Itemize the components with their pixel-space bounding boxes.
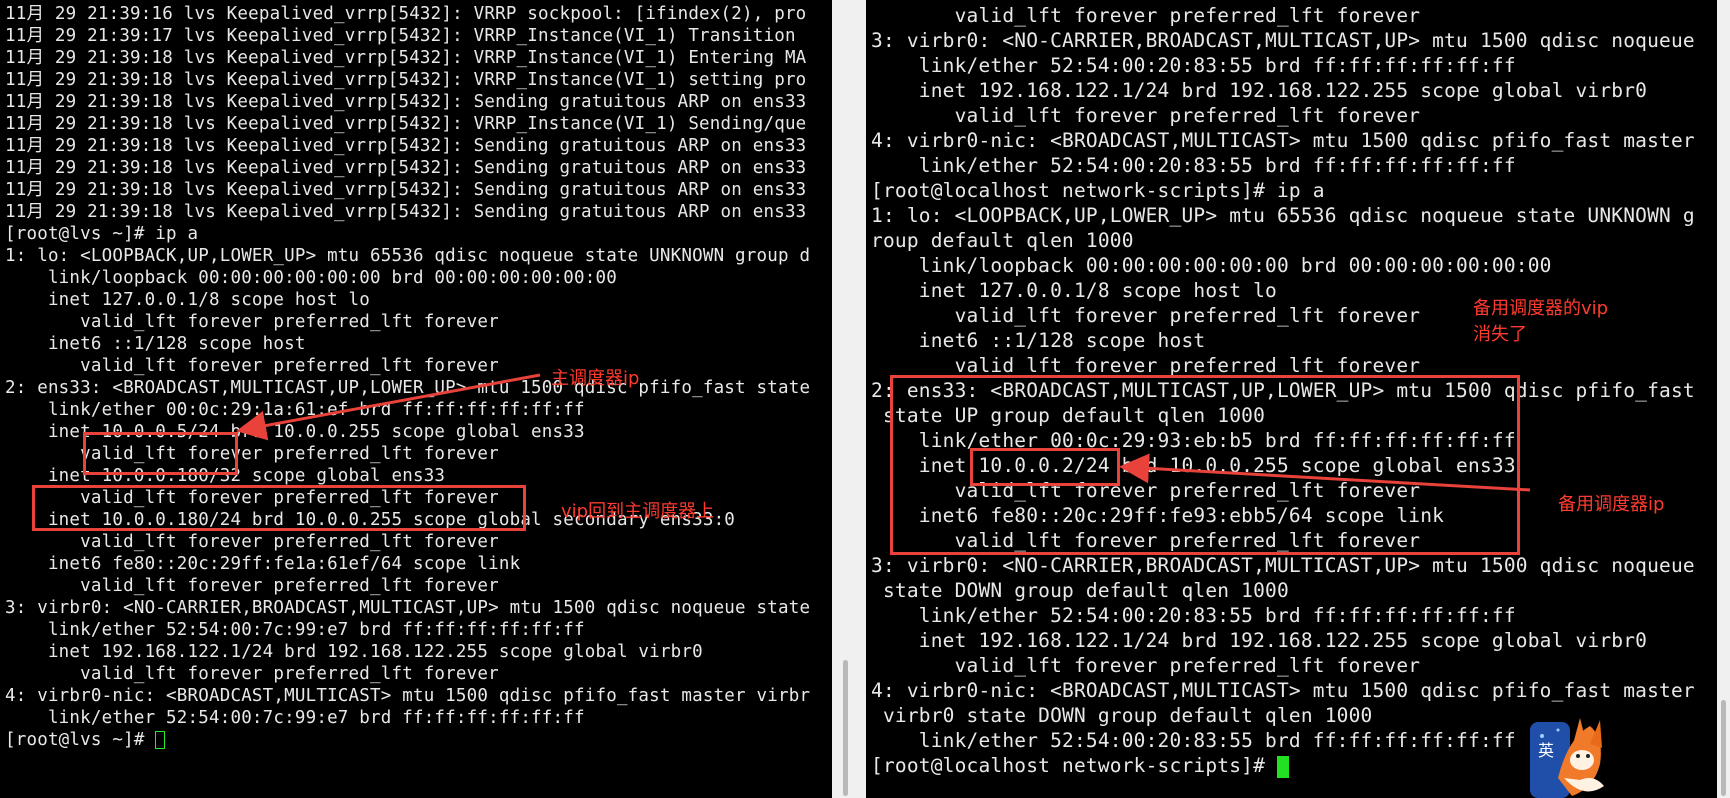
backup-ip-annotation: 备用调度器ip xyxy=(1558,494,1665,515)
fox-mascot-icon[interactable]: 英 xyxy=(1528,708,1606,798)
svg-text:英: 英 xyxy=(1538,741,1554,760)
annotation-arrows xyxy=(236,373,1531,492)
backup-vip-gone-annotation: 备用调度器的vip 消失了 xyxy=(1473,298,1609,345)
vip-back-annotation: vip回到主调度器上 xyxy=(561,501,715,522)
main-ip-annotation: 主调度器ip xyxy=(551,368,640,389)
main-ip-arrow xyxy=(236,373,541,441)
backup-ip-arrow xyxy=(1119,453,1531,492)
